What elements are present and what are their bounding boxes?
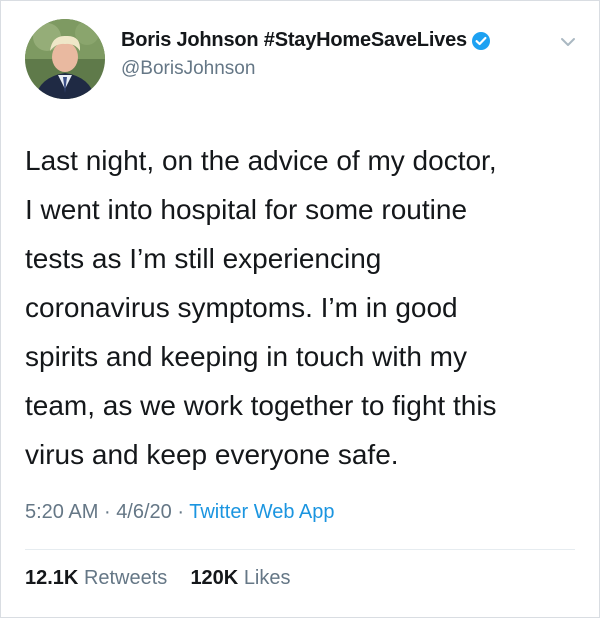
author-handle[interactable]: @BorisJohnson: [121, 58, 491, 80]
meta-separator: ·: [177, 501, 185, 523]
tweet-meta: 5:20 AM · 4/6/20 · Twitter Web App: [25, 501, 335, 524]
tweet-text: Last night, on the advice of my doctor, …: [25, 145, 497, 470]
retweets-label: Retweets: [83, 567, 168, 589]
meta-separator: ·: [103, 501, 111, 523]
retweets-stat[interactable]: 12.1K Retweets: [25, 567, 173, 589]
avatar[interactable]: [25, 19, 105, 99]
verified-badge-icon: [471, 31, 491, 51]
likes-label: Likes: [243, 567, 291, 589]
likes-count: 120K: [190, 567, 239, 589]
tweet-stats: 12.1K Retweets 120K Likes: [25, 567, 291, 590]
author-block: Boris Johnson #StayHomeSaveLives @BorisJ…: [121, 29, 491, 80]
likes-stat[interactable]: 120K Likes: [190, 567, 290, 589]
tweet-time[interactable]: 5:20 AM: [25, 501, 98, 523]
tweet-date[interactable]: 4/6/20: [116, 501, 172, 523]
tweet-source-link[interactable]: Twitter Web App: [189, 501, 334, 523]
tweet-header: Boris Johnson #StayHomeSaveLives @BorisJ…: [25, 19, 581, 99]
tweet-card: Boris Johnson #StayHomeSaveLives @BorisJ…: [0, 0, 600, 618]
author-display-name[interactable]: Boris Johnson #StayHomeSaveLives: [121, 29, 467, 52]
chevron-down-icon[interactable]: [559, 33, 577, 51]
retweets-count: 12.1K: [25, 567, 79, 589]
divider: [25, 549, 575, 550]
